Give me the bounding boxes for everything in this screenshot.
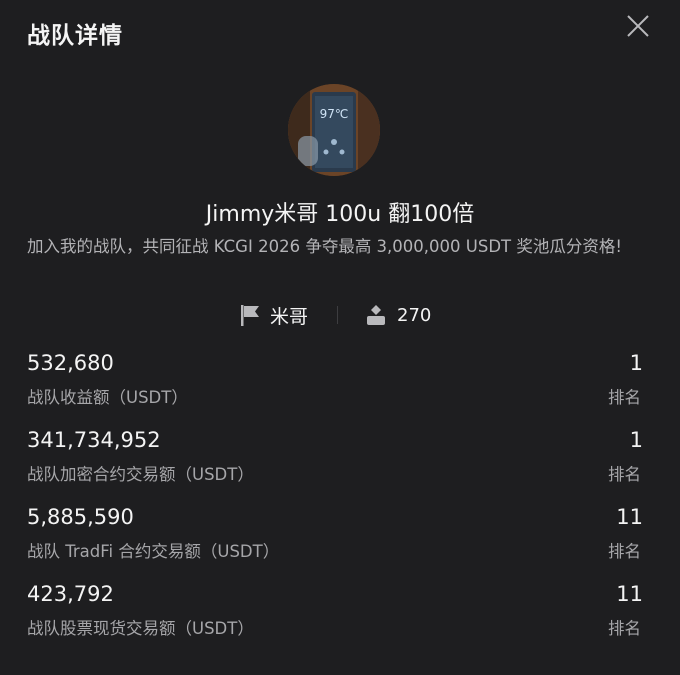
- team-members: 270: [365, 298, 431, 332]
- rank-value: 1: [629, 428, 643, 452]
- team-description: 加入我的战队，共同征战 KCGI 2026 争夺最高 3,000,000 USD…: [27, 237, 622, 256]
- rank-value: 11: [616, 505, 643, 529]
- stat-row-crypto-volume: 341,734,952 战队加密合约交易额（USDT） 1 排名: [27, 428, 643, 488]
- stat-row-tradfi-volume: 5,885,590 战队 TradFi 合约交易额（USDT） 11 排名: [27, 505, 643, 565]
- rank-label: 排名: [608, 465, 641, 484]
- stat-value: 423,792: [27, 582, 114, 606]
- modal-title: 战队详情: [27, 23, 123, 49]
- stat-row-stock-volume: 423,792 战队股票现货交易额（USDT） 11 排名: [27, 582, 643, 642]
- meta-divider: [337, 306, 338, 324]
- stat-value: 341,734,952: [27, 428, 161, 452]
- team-avatar: 97℃: [288, 84, 380, 176]
- stat-label: 战队加密合约交易额（USDT）: [27, 465, 254, 484]
- rank-label: 排名: [608, 619, 641, 638]
- rank-label: 排名: [608, 542, 641, 561]
- team-details-modal: 战队详情 97℃ Jimmy米哥 100u 翻100倍 加入我的战队，共同征战 …: [0, 0, 680, 675]
- team-name: Jimmy米哥 100u 翻100倍: [205, 202, 475, 227]
- member-count: 270: [397, 304, 432, 326]
- stat-label: 战队收益额（USDT）: [27, 388, 188, 407]
- stat-value: 5,885,590: [27, 505, 134, 529]
- avatar-display-text: 97℃: [320, 107, 349, 121]
- close-button[interactable]: [624, 12, 652, 40]
- rank-value: 11: [616, 582, 643, 606]
- close-icon: [627, 15, 649, 37]
- stat-row-profit: 532,680 战队收益额（USDT） 1 排名: [27, 351, 643, 411]
- rank-value: 1: [629, 351, 643, 375]
- stat-label: 战队股票现货交易额（USDT）: [27, 619, 254, 638]
- team-leader: 米哥: [238, 298, 308, 332]
- person-icon: [367, 305, 385, 325]
- stat-value: 532,680: [27, 351, 114, 375]
- flag-icon: [241, 305, 259, 326]
- stat-label: 战队 TradFi 合约交易额（USDT）: [27, 542, 280, 561]
- team-leader-name: 米哥: [270, 305, 309, 328]
- team-meta: 米哥 270: [0, 298, 680, 332]
- rank-label: 排名: [608, 388, 641, 407]
